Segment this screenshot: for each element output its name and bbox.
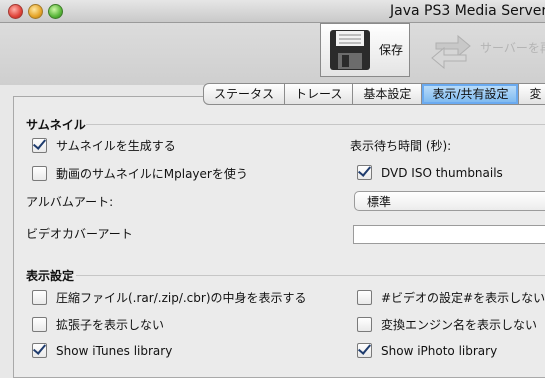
show-iphoto-label: Show iPhoto library bbox=[381, 343, 498, 358]
browse-archives-label: 圧縮ファイル(.rar/.zip/.cbr)の中身を表示する bbox=[56, 291, 307, 305]
album-art-label: アルバムアート: bbox=[26, 195, 114, 209]
thumbnail-section-divider bbox=[86, 124, 545, 125]
show-iphoto-checkbox[interactable] bbox=[357, 343, 372, 358]
tab-status[interactable]: ステータス bbox=[203, 83, 286, 105]
floppy-disk-icon bbox=[330, 30, 370, 70]
generate-thumbnails-checkbox[interactable] bbox=[32, 138, 47, 153]
hide-engine-names-checkbox[interactable] bbox=[357, 317, 372, 332]
hide-video-settings-label: #ビデオの設定#を表示しない bbox=[381, 291, 545, 305]
video-cover-art-label: ビデオカバーアート bbox=[26, 227, 133, 241]
tab-bar: ステータス トレース 基本設定 表示/共有設定 変 bbox=[203, 83, 545, 105]
tab-traces[interactable]: トレース bbox=[285, 83, 354, 105]
album-art-select[interactable]: 標準 bbox=[354, 191, 545, 211]
tab-general-settings[interactable]: 基本設定 bbox=[353, 83, 423, 105]
show-itunes-option[interactable]: Show iTunes library bbox=[32, 343, 172, 358]
mplayer-thumbnails-label: 動画のサムネイルにMplayerを使う bbox=[56, 167, 248, 181]
hide-video-settings-option[interactable]: #ビデオの設定#を表示しない bbox=[357, 289, 545, 306]
browse-archives-option[interactable]: 圧縮ファイル(.rar/.zip/.cbr)の中身を表示する bbox=[32, 289, 307, 306]
hide-extensions-label: 拡張子を表示しない bbox=[56, 318, 165, 332]
tab-transcoding[interactable]: 変 bbox=[519, 83, 545, 105]
title-bar: Java PS3 Media Server v bbox=[0, 0, 545, 23]
show-itunes-checkbox[interactable] bbox=[32, 343, 47, 358]
thumbnail-section-heading: サムネイル bbox=[26, 118, 86, 132]
browse-archives-checkbox[interactable] bbox=[32, 290, 47, 305]
tab-navigation-share-settings[interactable]: 表示/共有設定 bbox=[422, 83, 520, 105]
mplayer-thumbnails-checkbox[interactable] bbox=[32, 166, 47, 181]
hide-extensions-option[interactable]: 拡張子を表示しない bbox=[32, 316, 164, 333]
restart-server-button[interactable]: サーバーを再 bbox=[418, 23, 545, 75]
generate-thumbnails-option[interactable]: サムネイルを生成する bbox=[32, 137, 176, 154]
minimize-window-button[interactable] bbox=[28, 4, 43, 19]
dvd-iso-thumbnails-label: DVD ISO thumbnails bbox=[381, 165, 503, 180]
hide-engine-names-option[interactable]: 変換エンジン名を表示しない bbox=[357, 316, 537, 333]
video-cover-art-field[interactable] bbox=[353, 225, 545, 244]
restart-server-label: サーバーを再 bbox=[480, 41, 545, 55]
zoom-window-button[interactable] bbox=[48, 4, 63, 19]
hide-video-settings-checkbox[interactable] bbox=[357, 290, 372, 305]
dvd-iso-thumbnails-checkbox[interactable] bbox=[357, 165, 372, 180]
wait-time-label: 表示待ち時間 (秒): bbox=[350, 139, 452, 153]
save-button[interactable]: 保存 bbox=[320, 23, 410, 77]
toolbar: 保存 サーバーを再 bbox=[0, 23, 545, 85]
show-itunes-label: Show iTunes library bbox=[56, 343, 173, 358]
window-title: Java PS3 Media Server v bbox=[390, 3, 545, 19]
generate-thumbnails-label: サムネイルを生成する bbox=[56, 139, 176, 153]
dvd-iso-thumbnails-option[interactable]: DVD ISO thumbnails bbox=[357, 165, 503, 180]
mplayer-thumbnails-option[interactable]: 動画のサムネイルにMplayerを使う bbox=[32, 165, 248, 182]
close-window-button[interactable] bbox=[8, 4, 23, 19]
display-section-heading: 表示設定 bbox=[26, 269, 75, 283]
hide-extensions-checkbox[interactable] bbox=[32, 317, 47, 332]
refresh-arrows-icon bbox=[431, 34, 471, 69]
display-section-divider bbox=[76, 275, 545, 276]
hide-engine-names-label: 変換エンジン名を表示しない bbox=[381, 318, 538, 332]
show-iphoto-option[interactable]: Show iPhoto library bbox=[357, 343, 497, 358]
save-button-label: 保存 bbox=[379, 43, 404, 57]
